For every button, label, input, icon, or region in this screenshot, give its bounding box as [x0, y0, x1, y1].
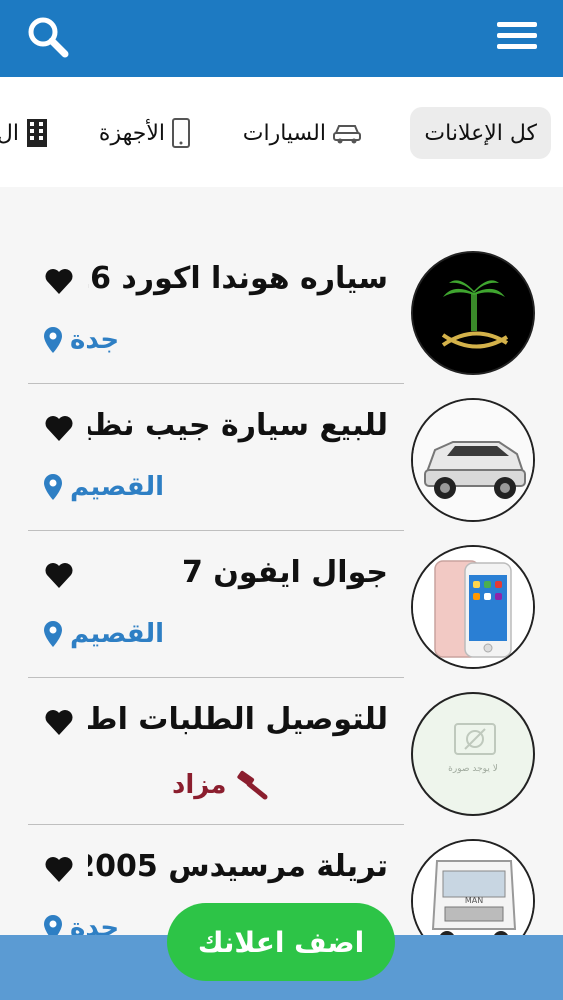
search-icon: [28, 17, 69, 58]
heart-icon[interactable]: [44, 414, 74, 442]
iphone-image: [413, 547, 533, 667]
list-item[interactable]: لا يوجد صورة للتوصيل الطلبات اطلب ا مزاد: [0, 678, 563, 825]
listing-title: للتوصيل الطلبات اطلب ا: [88, 702, 388, 737]
heart-icon[interactable]: [44, 561, 74, 589]
add-listing-button[interactable]: اضف اعلانك: [167, 903, 395, 981]
list-item[interactable]: سياره هوندا اكورد 2016 جدة: [0, 237, 563, 384]
heart-icon[interactable]: [44, 855, 74, 883]
no-image-caption: لا يوجد صورة: [448, 764, 498, 774]
hamburger-menu-icon: [497, 22, 537, 27]
listing-location: جدة: [44, 325, 119, 355]
listing-title: سياره هوندا اكورد 2016: [88, 261, 388, 296]
listing-title: تريلة مرسيدس 2005: [88, 849, 388, 884]
jeep-car-image: [413, 400, 533, 520]
location-pin-icon: [44, 474, 62, 500]
location-pin-icon: [44, 621, 62, 647]
top-app-bar: [0, 0, 563, 77]
auction-badge: مزاد: [172, 770, 269, 800]
car-icon: [333, 125, 361, 144]
saudi-emblem-icon: [413, 253, 533, 373]
listing-image: [411, 398, 535, 522]
category-tabs: كل الإعلانات السيارات الأجهزة ال: [0, 77, 563, 187]
list-item[interactable]: للبيع سيارة جيب نظيف ج القصيم: [0, 384, 563, 531]
gavel-icon: [236, 770, 268, 800]
listing-image: لا يوجد صورة: [411, 692, 535, 816]
listing-image: [411, 545, 535, 669]
heart-icon[interactable]: [44, 708, 74, 736]
search-button[interactable]: [26, 15, 70, 59]
menu-button[interactable]: [497, 22, 537, 52]
heart-icon[interactable]: [44, 267, 74, 295]
listings-list: سياره هوندا اكورد 2016 جدة للبيع سيارة: [0, 187, 563, 1000]
location-pin-icon: [44, 327, 62, 353]
listing-title: للبيع سيارة جيب نظيف ج: [88, 408, 388, 443]
listing-image: [411, 251, 535, 375]
svg-text:MAN: MAN: [465, 896, 483, 905]
tab-devices[interactable]: الأجهزة: [99, 107, 197, 159]
tab-real-estate[interactable]: ال: [0, 107, 55, 159]
list-item[interactable]: جوال ايفون 7 القصيم: [0, 531, 563, 678]
phone-icon: [172, 118, 190, 148]
listing-location: القصيم: [44, 472, 164, 502]
building-icon: [27, 119, 47, 147]
tab-all-ads[interactable]: كل الإعلانات: [410, 107, 551, 159]
listing-location: القصيم: [44, 619, 164, 649]
listing-title: جوال ايفون 7: [181, 555, 388, 590]
tab-cars[interactable]: السيارات: [243, 107, 368, 159]
no-image-icon: [454, 723, 496, 755]
